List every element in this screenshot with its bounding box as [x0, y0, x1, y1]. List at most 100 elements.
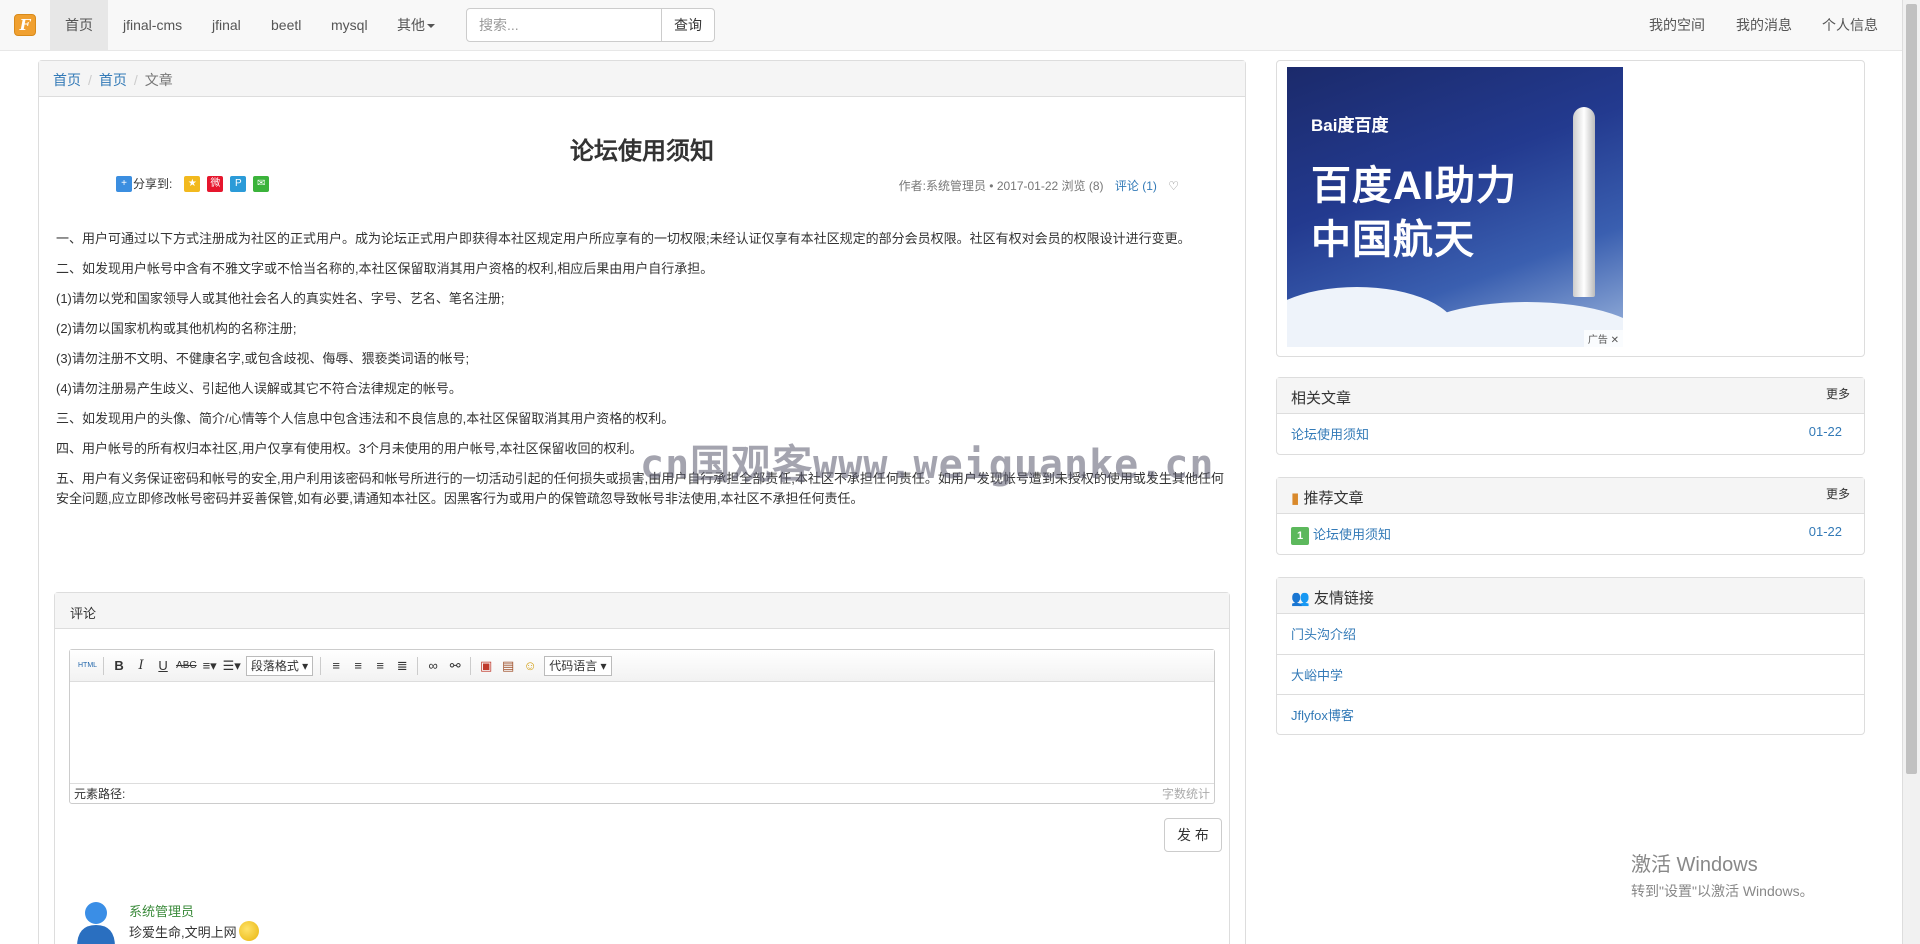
chevron-down-icon [427, 24, 435, 29]
breadcrumb-current: 文章 [144, 72, 173, 88]
ad-label[interactable]: 广告 ✕ [1583, 330, 1623, 347]
recommended-article-link[interactable]: 论坛使用须知 [1313, 527, 1391, 542]
nav-profile-dropdown[interactable]: 个人信息 [1807, 0, 1902, 79]
search-input[interactable]: 搜索... [466, 8, 662, 42]
ad-tag-text: 广告 [1587, 335, 1608, 346]
top-navbar: F 首页 jfinal-cms jfinal beetl mysql 其他 搜索… [0, 0, 1902, 79]
nav-item-jfinal[interactable]: jfinal [197, 0, 256, 50]
ad-panel: Bai度百度 百度AI助力 中国航天 广告 ✕ [1276, 60, 1865, 357]
code-language-select[interactable]: 代码语言 ▾ [544, 655, 612, 676]
windows-activation-subtitle: 转到"设置"以激活 Windows。 [1631, 883, 1814, 899]
users-icon: 👥 [1291, 590, 1310, 607]
element-path-label: 元素路径: [74, 787, 126, 801]
article-title: 论坛使用须知 [570, 138, 714, 165]
word-count-label: 字数统计 [1161, 787, 1210, 801]
related-article-link[interactable]: 论坛使用须知 [1291, 427, 1369, 442]
site-logo-icon[interactable]: F [14, 14, 36, 36]
nav-item-other-label: 其他 [397, 17, 425, 33]
breadcrumb-section[interactable]: 首页 [99, 72, 127, 88]
list-item[interactable]: 门头沟介绍 [1277, 614, 1864, 654]
italic-button[interactable]: I [132, 656, 150, 676]
baidu-ad-banner[interactable]: Bai度百度 百度AI助力 中国航天 广告 ✕ [1287, 67, 1623, 347]
ordered-list-icon[interactable]: ≡▾ [201, 656, 219, 676]
related-more-link[interactable]: 更多 [1826, 385, 1850, 402]
list-item[interactable]: 大峪中学 [1277, 654, 1864, 694]
wechat-icon[interactable]: ✉ [253, 175, 270, 192]
article-author-info: 作者:系统管理员 • 2017-01-22 浏览 (8) [898, 179, 1104, 193]
smiley-emoji-icon [238, 921, 259, 941]
ad-headline-1: 百度AI助力 [1311, 164, 1517, 208]
emoji-icon[interactable]: ☺ [521, 656, 539, 676]
comments-panel: 评论 HTML B I U ABC ≡▾ ☰▾ 段落格式 ▾ ≡ ≡ ≡ ≣ ∞… [54, 592, 1230, 944]
nav-item-other-dropdown[interactable]: 其他 [382, 0, 450, 50]
align-left-icon[interactable]: ≡ [327, 656, 345, 676]
list-item[interactable]: 1 论坛使用须知 01-22 [1277, 514, 1864, 554]
scrollbar-thumb[interactable] [1906, 4, 1917, 774]
friend-links-title: 友情链接 [1313, 590, 1374, 607]
unordered-list-icon[interactable]: ☰▾ [223, 656, 241, 676]
share-bar: + 分享到: ★ 微 P ✉ [116, 175, 276, 192]
publish-button[interactable]: 发 布 [1164, 818, 1222, 852]
friend-links-panel: 👥 友情链接 门头沟介绍 大峪中学 Jflyfox博客 [1276, 577, 1865, 735]
search-button[interactable]: 查询 [661, 8, 715, 42]
align-center-icon[interactable]: ≡ [349, 656, 367, 676]
share-plus-icon[interactable]: + [116, 175, 132, 192]
user-avatar-icon[interactable] [75, 899, 117, 944]
weibo-icon[interactable]: 微 [207, 175, 224, 192]
multi-image-icon[interactable]: ▤ [499, 656, 517, 676]
related-article-date: 01-22 [1808, 424, 1842, 439]
nav-my-space[interactable]: 我的空间 [1634, 0, 1720, 50]
recommended-articles-panel: ▮ 推荐文章 更多 1 论坛使用须知 01-22 [1276, 477, 1865, 555]
site-watermark: cn国观客www.weiguanke.cn [640, 442, 1215, 488]
article-paragraph: (1)请勿以党和国家领导人或其他社会名人的真实姓名、字号、艺名、笔名注册; [56, 291, 505, 306]
bold-button[interactable]: B [110, 656, 128, 676]
list-item[interactable]: Jflyfox博客 [1277, 694, 1864, 734]
recommended-articles-title: 推荐文章 [1303, 490, 1364, 507]
breadcrumb-separator: / [88, 72, 92, 88]
ad-baidu-logo: Bai度百度 [1311, 116, 1389, 135]
friend-link[interactable]: Jflyfox博客 [1291, 708, 1354, 723]
comments-count-link[interactable]: 评论 (1) [1115, 179, 1157, 193]
breadcrumb-separator: / [133, 72, 138, 88]
article-paragraph: (4)请勿注册易产生歧义、引起他人误解或其它不符合法律规定的帐号。 [56, 381, 462, 396]
article-paragraph: 三、如发现用户的头像、简介/心情等个人信息中包含违法和不良信息的,本社区保留取消… [56, 411, 675, 426]
html-source-button[interactable]: HTML [78, 656, 97, 676]
comment-author[interactable]: 系统管理员 [129, 901, 194, 920]
align-justify-icon[interactable]: ≣ [393, 656, 411, 676]
qzone-icon[interactable]: ★ [184, 175, 201, 192]
breadcrumb-home[interactable]: 首页 [53, 72, 81, 88]
nav-item-home[interactable]: 首页 [50, 0, 108, 50]
paragraph-format-label: 段落格式 [250, 658, 299, 673]
underline-button[interactable]: U [154, 656, 172, 676]
article-paragraph: (2)请勿以国家机构或其他机构的名称注册; [56, 321, 297, 336]
link-icon[interactable]: ∞ [424, 656, 442, 676]
nav-item-beetl[interactable]: beetl [256, 0, 316, 50]
nav-my-messages[interactable]: 我的消息 [1721, 0, 1807, 50]
unlink-icon[interactable]: ⚯ [446, 656, 464, 676]
vertical-scrollbar[interactable] [1902, 0, 1920, 944]
friend-links-header: 👥 友情链接 [1277, 578, 1864, 614]
image-icon[interactable]: ▣ [477, 656, 495, 676]
windows-activation-title: 激活 Windows [1631, 854, 1758, 876]
toolbar-separator [103, 656, 105, 675]
strikethrough-button[interactable]: ABC [176, 656, 197, 676]
share-label[interactable]: 分享到: [133, 175, 172, 192]
friend-link[interactable]: 大峪中学 [1291, 668, 1343, 683]
comments-heading: 评论 [55, 593, 1229, 629]
article-meta: 作者:系统管理员 • 2017-01-22 浏览 (8) 评论 (1) ♡ [899, 177, 1179, 194]
recommended-articles-header: ▮ 推荐文章 更多 [1277, 478, 1864, 514]
related-articles-panel: 相关文章 更多 论坛使用须知 01-22 [1276, 377, 1865, 455]
breadcrumb: 首页 / 首页 / 文章 [39, 61, 1245, 97]
editor-text-area[interactable] [70, 682, 1214, 784]
heart-icon[interactable]: ♡ [1168, 179, 1179, 193]
friend-link[interactable]: 门头沟介绍 [1291, 627, 1356, 642]
tencent-weibo-icon[interactable]: P [230, 175, 247, 192]
nav-item-mysql[interactable]: mysql [316, 0, 383, 50]
list-item[interactable]: 论坛使用须知 01-22 [1277, 414, 1864, 454]
toolbar-separator [470, 656, 472, 675]
recommend-more-link[interactable]: 更多 [1826, 485, 1850, 502]
align-right-icon[interactable]: ≡ [371, 656, 389, 676]
paragraph-format-select[interactable]: 段落格式 ▾ [245, 655, 314, 676]
nav-item-jfinal-cms[interactable]: jfinal-cms [108, 0, 197, 50]
editor-status-bar: 元素路径: 字数统计 [70, 783, 1214, 803]
